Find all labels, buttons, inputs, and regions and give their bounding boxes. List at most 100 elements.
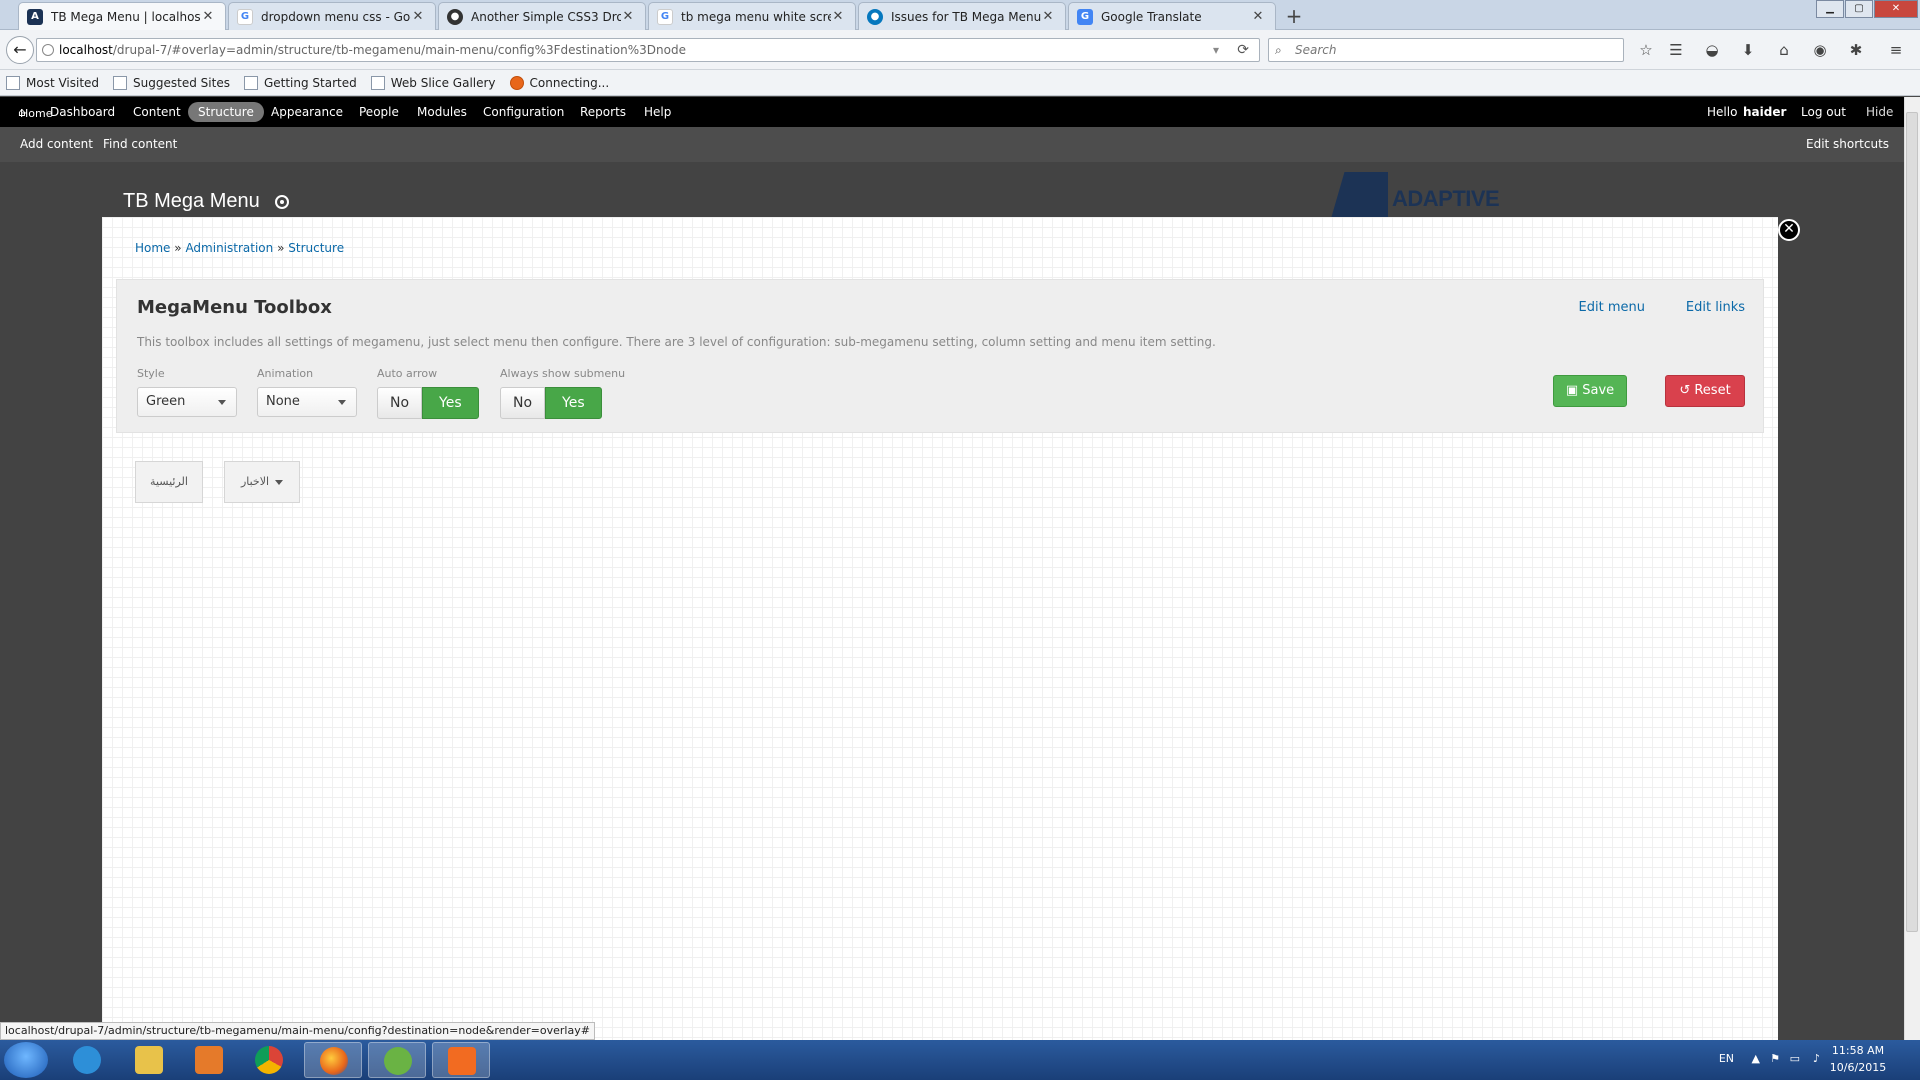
start-button[interactable] xyxy=(4,1042,48,1078)
auto-arrow-toggle: No Yes xyxy=(377,387,479,419)
toolbar-item-content[interactable]: Content xyxy=(133,97,181,127)
animation-select[interactable]: None xyxy=(257,387,357,417)
taskbar-firefox[interactable] xyxy=(304,1042,362,1078)
url-host: localhost xyxy=(59,43,113,57)
shortcut-add-content[interactable]: Add content xyxy=(20,127,93,162)
close-tab-icon[interactable]: ✕ xyxy=(831,9,845,24)
taskbar-file-explorer[interactable] xyxy=(120,1042,178,1078)
breadcrumb-administration[interactable]: Administration xyxy=(185,241,273,255)
toolbar-item-configuration[interactable]: Configuration xyxy=(483,97,564,127)
tab-dropdown-menu-css[interactable]: G dropdown menu css - Goo... ✕ xyxy=(228,2,436,30)
toolbar-item-people[interactable]: People xyxy=(359,97,399,127)
add-shortcut-icon[interactable] xyxy=(275,195,289,209)
edit-menu-link[interactable]: Edit menu xyxy=(1579,300,1645,315)
action-center-icon[interactable]: ⚑ xyxy=(1770,1052,1780,1065)
overlay-close-icon[interactable]: ✕ xyxy=(1778,219,1800,241)
shortcut-find-content[interactable]: Find content xyxy=(103,127,177,162)
url-dropdown-icon[interactable]: ▾ xyxy=(1213,39,1219,61)
url-bar[interactable]: localhost/drupal-7/#overlay=admin/struct… xyxy=(36,38,1260,62)
clock-date[interactable]: 10/6/2015 xyxy=(1818,1061,1898,1074)
close-window-button[interactable]: ✕ xyxy=(1874,0,1918,18)
menu-item-label: الاخبار xyxy=(240,475,270,488)
downloads-icon[interactable]: ⬇ xyxy=(1738,40,1758,60)
reset-button[interactable]: ↺ Reset xyxy=(1665,375,1745,407)
logo-text: ADAPTIVE xyxy=(1392,186,1500,211)
toolbar-logout[interactable]: Log out xyxy=(1801,97,1846,127)
always-show-yes-button[interactable]: Yes xyxy=(545,387,602,419)
new-tab-button[interactable]: + xyxy=(1282,4,1306,28)
tab-tb-mega-menu-white-screen[interactable]: G tb mega menu white scree... ✕ xyxy=(648,2,856,30)
bookmark-connecting[interactable]: Connecting... xyxy=(509,75,609,90)
close-tab-icon[interactable]: ✕ xyxy=(621,9,635,24)
edit-links-link[interactable]: Edit links xyxy=(1686,300,1745,315)
tab-css3-dropdown[interactable]: ● Another Simple CSS3 Drop... ✕ xyxy=(438,2,646,30)
breadcrumb-home[interactable]: Home xyxy=(135,241,170,255)
tab-title: Another Simple CSS3 Drop... xyxy=(471,9,621,24)
toolbar-item-reports[interactable]: Reports xyxy=(580,97,626,127)
toolbar-item-appearance[interactable]: Appearance xyxy=(271,97,343,127)
toolbox-description: This toolbox includes all settings of me… xyxy=(137,335,1216,349)
reset-label: Reset xyxy=(1694,383,1731,398)
bookmarks-list-icon[interactable]: ☰ xyxy=(1666,40,1686,60)
back-button[interactable]: ← xyxy=(6,36,34,64)
language-indicator[interactable]: EN xyxy=(1719,1052,1734,1065)
always-show-no-button[interactable]: No xyxy=(500,387,546,419)
close-tab-icon[interactable]: ✕ xyxy=(1251,9,1265,24)
home-icon[interactable]: ⌂ xyxy=(1774,40,1794,60)
media-player-icon xyxy=(195,1046,223,1074)
style-select[interactable]: Green xyxy=(137,387,237,417)
taskbar-internet-explorer[interactable] xyxy=(58,1042,116,1078)
toolbar-home-label: Home xyxy=(20,107,53,120)
auto-arrow-yes-button[interactable]: Yes xyxy=(422,387,479,419)
close-tab-icon[interactable]: ✕ xyxy=(201,9,215,24)
show-hidden-icons-icon[interactable]: ▲ xyxy=(1752,1052,1760,1065)
page-icon xyxy=(113,75,128,90)
always-show-submenu-toggle: No Yes xyxy=(500,387,602,419)
toolbar-item-modules[interactable]: Modules xyxy=(417,97,467,127)
close-tab-icon[interactable]: ✕ xyxy=(1041,9,1055,24)
megamenu-item-home[interactable]: الرئيسية xyxy=(135,461,203,503)
taskbar-chrome[interactable] xyxy=(240,1042,298,1078)
toolbar-item-structure[interactable]: Structure xyxy=(188,102,264,122)
bookmark-most-visited[interactable]: Most Visited xyxy=(6,75,99,90)
tab-tb-mega-menu[interactable]: A TB Mega Menu | localhost ✕ xyxy=(18,2,226,30)
github-icon: ● xyxy=(447,8,463,25)
scrollbar-thumb[interactable] xyxy=(1906,112,1918,932)
addon-icon[interactable]: ✱ xyxy=(1846,40,1866,60)
adaptive-themes-logo: ADAPTIVE xyxy=(1330,172,1520,218)
animation-value: None xyxy=(266,394,300,409)
toolbar-hide[interactable]: Hide xyxy=(1866,97,1893,127)
bookmark-getting-started[interactable]: Getting Started xyxy=(243,75,357,90)
megamenu-item-news[interactable]: الاخبار xyxy=(224,461,300,503)
chat-icon[interactable]: ◉ xyxy=(1810,40,1830,60)
edit-shortcuts-link[interactable]: Edit shortcuts xyxy=(1806,127,1889,162)
toolbar-username[interactable]: haider xyxy=(1743,97,1786,127)
pocket-icon[interactable]: ◒ xyxy=(1702,40,1722,60)
maximize-window-button[interactable]: ▢ xyxy=(1845,0,1873,18)
bookmark-suggested-sites[interactable]: Suggested Sites xyxy=(113,75,230,90)
minimize-window-button[interactable]: ▁ xyxy=(1816,0,1844,18)
save-button[interactable]: ▣ Save xyxy=(1553,375,1627,407)
network-icon[interactable]: ▭ xyxy=(1790,1052,1800,1065)
bookmark-web-slice-gallery[interactable]: Web Slice Gallery xyxy=(370,75,496,90)
toolbar-item-help[interactable]: Help xyxy=(644,97,671,127)
clock-time[interactable]: 11:58 AM xyxy=(1818,1044,1898,1057)
close-tab-icon[interactable]: ✕ xyxy=(411,9,425,24)
bookmark-label: Web Slice Gallery xyxy=(390,75,496,90)
bookmark-star-icon[interactable]: ☆ xyxy=(1636,40,1656,60)
taskbar-xampp[interactable] xyxy=(432,1042,490,1078)
toolbar-item-dashboard[interactable]: Dashboard xyxy=(50,97,115,127)
taskbar-media-player[interactable] xyxy=(180,1042,238,1078)
auto-arrow-no-button[interactable]: No xyxy=(377,387,423,419)
taskbar-utorrent[interactable] xyxy=(368,1042,426,1078)
megamenu-toolbox: MegaMenu Toolbox Edit menu Edit links Th… xyxy=(116,279,1764,433)
breadcrumb-structure[interactable]: Structure xyxy=(288,241,344,255)
menu-icon[interactable]: ≡ xyxy=(1886,40,1906,60)
search-input[interactable]: ⌕ Search xyxy=(1268,38,1624,62)
reload-icon[interactable]: ⟳ xyxy=(1237,39,1249,61)
always-show-submenu-label: Always show submenu xyxy=(500,367,626,380)
site-info-icon[interactable] xyxy=(42,44,54,56)
tab-google-translate[interactable]: G Google Translate ✕ xyxy=(1068,2,1276,30)
tab-issues-tb-mega-menu[interactable]: ● Issues for TB Mega Menu | ... ✕ xyxy=(858,2,1066,30)
menu-item-label: الرئيسية xyxy=(150,475,188,488)
